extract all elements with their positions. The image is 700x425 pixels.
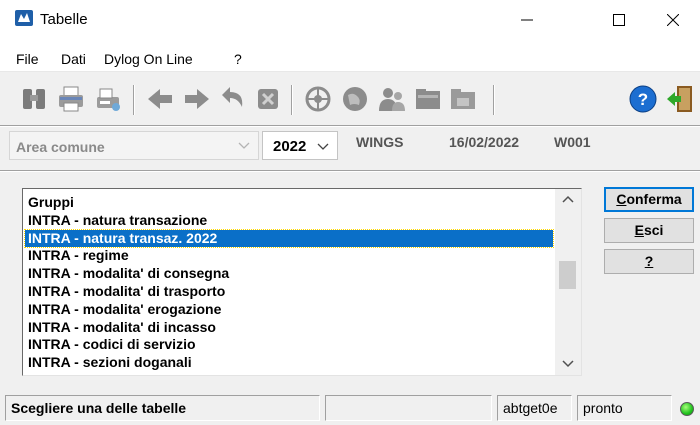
printer-icon[interactable]	[55, 83, 87, 115]
area-dropdown[interactable]: Area comune	[9, 131, 259, 160]
minimize-button[interactable]	[504, 0, 550, 40]
toolbar: ?	[0, 73, 700, 126]
exit-button[interactable]: Esci	[604, 218, 694, 243]
window: Tabelle File Dati Dylog On Line ? ? Area…	[0, 0, 700, 425]
company-label: WINGS	[356, 134, 404, 150]
chevron-down-icon	[317, 143, 329, 150]
title-bar: Tabelle	[0, 0, 700, 40]
menu-help[interactable]: ?	[234, 51, 242, 67]
status-bar: Scegliere una delle tabelle abtget0e pro…	[0, 392, 700, 425]
exit-button-label: sci	[643, 222, 664, 238]
context-bar: Area comune 2022 WINGS 16/02/2022 W001	[0, 127, 700, 167]
maximize-button[interactable]	[596, 0, 642, 40]
list-item-selected[interactable]: INTRA - natura transaz. 2022	[24, 228, 554, 248]
list-item[interactable]: INTRA - modalita' di incasso	[28, 319, 216, 336]
year-dropdown[interactable]: 2022	[262, 131, 338, 160]
confirm-button-accesskey: C	[616, 191, 627, 207]
year-dropdown-value: 2022	[273, 138, 307, 155]
help-icon[interactable]: ?	[627, 83, 659, 115]
toolbar-separator	[291, 85, 293, 115]
chevron-down-icon	[238, 142, 250, 149]
exit-door-icon[interactable]	[664, 83, 696, 115]
menu-dylog-online[interactable]: Dylog On Line	[104, 51, 193, 67]
toolbar-separator	[133, 85, 135, 115]
folder-gray-icon[interactable]	[447, 83, 479, 115]
scroll-down-icon[interactable]	[561, 359, 575, 369]
window-title: Tabelle	[40, 11, 88, 28]
folder-icon[interactable]	[412, 83, 444, 115]
scroll-up-icon[interactable]	[561, 194, 575, 204]
status-program: abtget0e	[497, 395, 572, 421]
date-label: 16/02/2022	[449, 134, 520, 150]
app-logo-icon	[15, 10, 33, 26]
help-button[interactable]: ?	[604, 249, 694, 274]
list-item[interactable]: INTRA - modalita' di trasporto	[28, 283, 225, 300]
close-icon	[667, 14, 679, 26]
list-item[interactable]: INTRA - sezioni doganali	[28, 354, 192, 371]
help-button-accesskey: ?	[644, 253, 654, 269]
status-message: Scegliere una delle tabelle	[5, 395, 320, 421]
confirm-button[interactable]: Conferma	[604, 187, 694, 212]
erase-icon[interactable]	[252, 83, 284, 115]
list-item[interactable]: INTRA - modalita' di consegna	[28, 265, 229, 282]
print-preview-icon[interactable]	[92, 83, 124, 115]
toolbar-separator	[493, 85, 495, 115]
maximize-icon	[613, 14, 625, 26]
list-item[interactable]: INTRA - natura transazione	[28, 212, 207, 229]
status-state: pronto	[577, 395, 672, 421]
menu-dati[interactable]: Dati	[61, 51, 86, 67]
users-icon[interactable]	[376, 83, 408, 115]
confirm-button-label: onferma	[626, 191, 682, 207]
separator	[0, 170, 700, 172]
list-item[interactable]: Gruppi	[28, 194, 74, 211]
status-empty-cell	[325, 395, 492, 421]
list-item[interactable]: INTRA - regime	[28, 247, 129, 264]
list-item[interactable]: INTRA - modalita' erogazione	[28, 301, 221, 318]
arrow-right-icon[interactable]	[181, 83, 213, 115]
list-scrollbar[interactable]	[555, 189, 581, 375]
undo-icon[interactable]	[216, 83, 248, 115]
wheel-icon[interactable]	[302, 83, 334, 115]
menu-bar: File Dati Dylog On Line ?	[0, 40, 700, 72]
binoculars-icon[interactable]	[18, 83, 50, 115]
exit-button-accesskey: E	[634, 222, 644, 238]
close-button[interactable]	[650, 0, 696, 40]
minimize-icon	[521, 19, 533, 21]
scroll-thumb[interactable]	[559, 261, 576, 289]
tables-list[interactable]: Gruppi INTRA - natura transazione INTRA - …	[22, 188, 582, 376]
toolbar-placeholder-icon	[505, 83, 537, 115]
svg-text:?: ?	[638, 90, 648, 109]
arrow-left-icon[interactable]	[144, 83, 176, 115]
company-code-label: W001	[554, 134, 591, 150]
list-item[interactable]: INTRA - codici di servizio	[28, 336, 196, 353]
globe-icon[interactable]	[339, 83, 371, 115]
status-led-icon	[680, 402, 694, 416]
menu-file[interactable]: File	[16, 51, 39, 67]
area-dropdown-value: Area comune	[16, 139, 105, 155]
